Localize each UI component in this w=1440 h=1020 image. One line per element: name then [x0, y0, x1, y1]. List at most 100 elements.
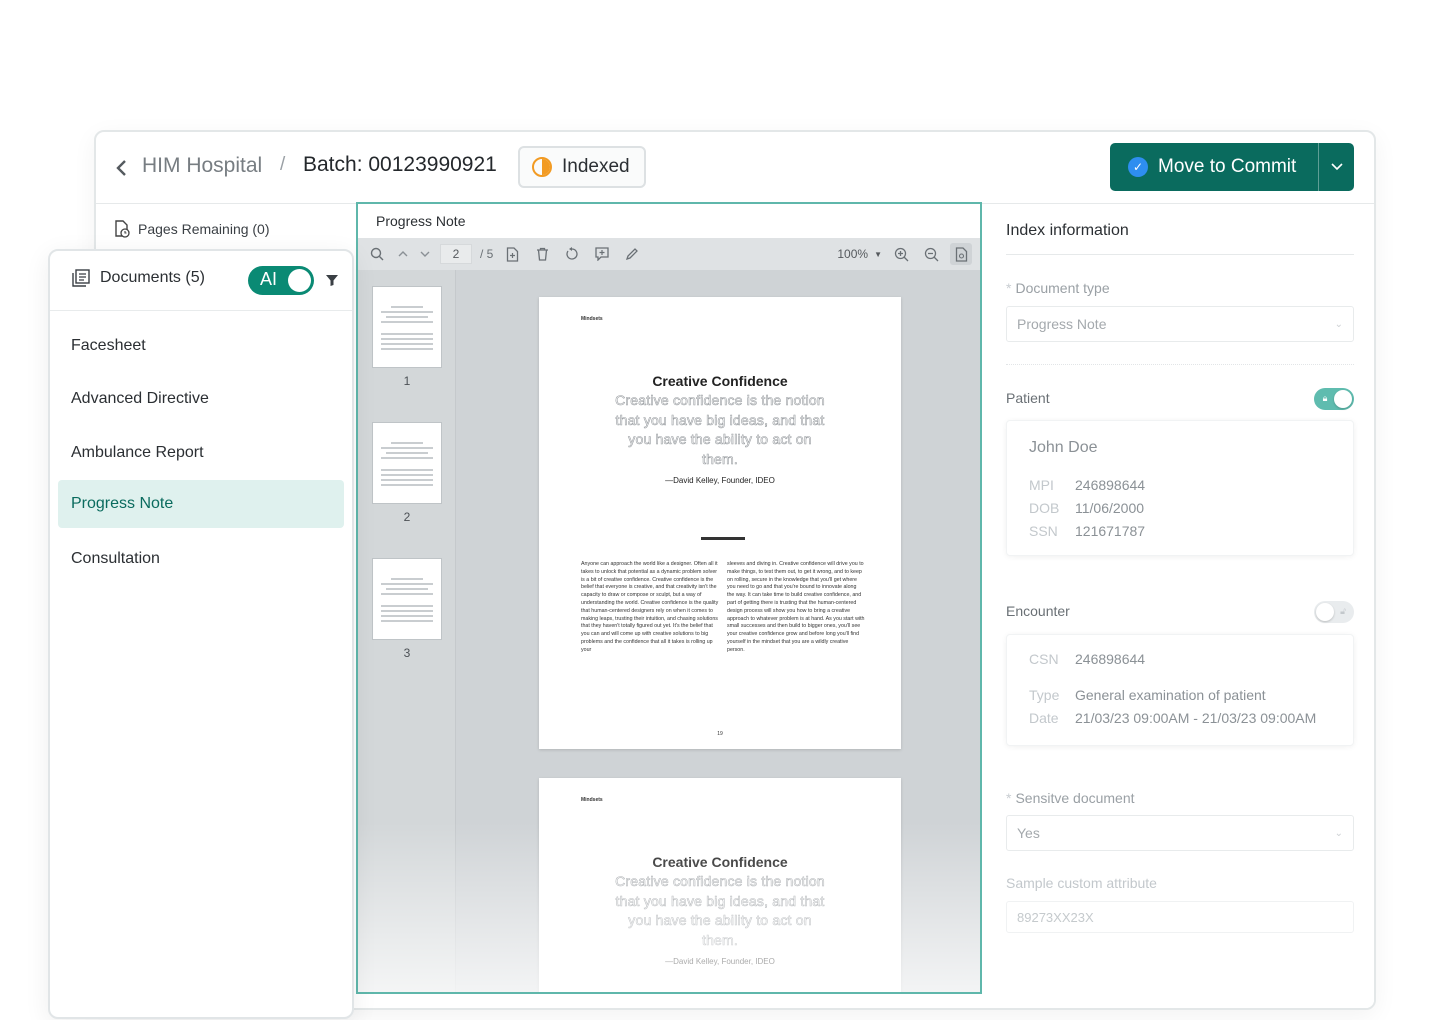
- breadcrumb-home[interactable]: HIM Hospital: [142, 154, 262, 178]
- encounter-label: Encounter: [1006, 603, 1070, 619]
- document-viewer: Progress Note 2 / 5 100% ▼ 1 2 3 Mindset…: [356, 202, 982, 994]
- zoom-value: 100%: [837, 247, 869, 261]
- encounter-field: Type General examination of patient: [1029, 687, 1266, 703]
- thumbnail-number: 2: [403, 510, 411, 524]
- page-thumbnail[interactable]: [372, 422, 442, 504]
- top-bar: HIM Hospital / Batch: 00123990921 Indexe…: [96, 132, 1374, 204]
- divider: [701, 537, 745, 540]
- document-item-ambulance-report[interactable]: Ambulance Report: [58, 429, 344, 477]
- page-down-icon[interactable]: [418, 243, 432, 265]
- document-type-select[interactable]: Progress Note ⌄: [1006, 306, 1354, 342]
- toggle-knob: [1316, 603, 1334, 621]
- patient-field: DOB 11/06/2000: [1029, 500, 1145, 516]
- commit-label: Move to Commit: [1158, 156, 1297, 177]
- index-information-panel: Index information * Document type Progres…: [984, 204, 1374, 1008]
- document-settings-icon[interactable]: [950, 243, 972, 265]
- status-badge: Indexed: [518, 146, 646, 188]
- encounter-field: CSN 246898644: [1029, 651, 1146, 667]
- document-type-label: * Document type: [1006, 280, 1110, 296]
- chevron-down-icon: ⌄: [1334, 827, 1343, 839]
- chevron-down-icon: ⌄: [1334, 318, 1343, 330]
- check-circle-icon: ✓: [1128, 157, 1148, 177]
- viewer-toolbar: 2 / 5 100% ▼: [358, 238, 980, 270]
- documents-title-label: Documents (5): [100, 269, 205, 286]
- search-icon[interactable]: [366, 243, 388, 265]
- document-page: Mindsets Creative Confidence Creative co…: [539, 778, 901, 992]
- patient-label: Patient: [1006, 390, 1050, 406]
- page-column-right: sleeves and diving in. Creative confiden…: [727, 561, 865, 653]
- pages-remaining-label: Pages Remaining (0): [138, 221, 270, 237]
- commit-options-button[interactable]: [1319, 143, 1354, 191]
- documents-panel: Documents (5) AI Facesheet Advanced Dire…: [48, 249, 354, 1019]
- documents-title: Documents (5): [72, 269, 205, 287]
- document-page: Mindsets Creative Confidence Creative co…: [539, 297, 901, 749]
- divider: [1006, 254, 1354, 255]
- move-to-commit-button-group: ✓ Move to Commit: [1110, 143, 1354, 191]
- page-column-left: Anyone can approach the world like a des…: [581, 561, 719, 653]
- patient-name: John Doe: [1029, 439, 1098, 456]
- pages-remaining: Pages Remaining (0): [114, 220, 270, 238]
- status-label: Indexed: [562, 156, 630, 177]
- page-quote: Creative confidence is the notion that y…: [615, 873, 825, 948]
- chevron-down-icon: [1330, 163, 1343, 171]
- unlock-icon: 🔓︎: [1340, 606, 1346, 616]
- half-circle-icon: [532, 157, 552, 177]
- page-thumbnail[interactable]: [372, 286, 442, 368]
- page-number-input[interactable]: 2: [440, 244, 472, 264]
- sensitive-document-value: Yes: [1017, 825, 1040, 841]
- custom-attribute-label: Sample custom attribute: [1006, 875, 1157, 891]
- page-number: 19: [717, 731, 723, 737]
- page-title: Creative Confidence: [652, 854, 788, 870]
- batch-title: Batch: 00123990921: [303, 153, 497, 176]
- rotate-icon[interactable]: [561, 243, 583, 265]
- patient-card: John Doe MPI 246898644 DOB 11/06/2000 SSN 1…: [1006, 420, 1354, 556]
- ai-toggle[interactable]: AI: [248, 266, 314, 295]
- document-item-progress-note[interactable]: Progress Note: [58, 480, 344, 528]
- documents-stack-icon: [72, 269, 90, 287]
- sensitive-document-select[interactable]: Yes ⌄: [1006, 815, 1354, 851]
- toggle-knob: [1334, 390, 1352, 408]
- encounter-card: CSN 246898644 Type General examination of …: [1006, 634, 1354, 746]
- documents-header: Documents (5) AI: [50, 251, 352, 311]
- encounter-field: Date 21/03/23 09:00AM - 21/03/23 09:00AM: [1029, 710, 1317, 726]
- patient-field: MPI 246898644: [1029, 477, 1146, 493]
- caret-down-icon: ▼: [874, 249, 882, 259]
- pen-icon[interactable]: [621, 243, 643, 265]
- divider: [1006, 364, 1354, 365]
- chevron-left-icon[interactable]: [114, 158, 130, 178]
- document-item-advanced-directive[interactable]: Advanced Directive: [58, 375, 344, 423]
- breadcrumb-separator: /: [280, 154, 286, 175]
- document-item-consultation[interactable]: Consultation: [58, 535, 344, 583]
- thumbnail-strip: 1 2 3: [358, 270, 456, 992]
- toggle-knob: [288, 269, 311, 292]
- page-thumbnail[interactable]: [372, 558, 442, 640]
- panel-title: Index information: [1006, 222, 1129, 239]
- page-quote: Creative confidence is the notion that y…: [615, 392, 825, 467]
- filter-icon[interactable]: [325, 273, 339, 287]
- document-item-facesheet[interactable]: Facesheet: [58, 322, 344, 370]
- patient-lock-toggle[interactable]: 🔒︎: [1314, 388, 1354, 410]
- move-to-commit-button[interactable]: ✓ Move to Commit: [1110, 143, 1318, 191]
- add-page-icon[interactable]: [501, 243, 523, 265]
- trash-icon[interactable]: [531, 243, 553, 265]
- total-pages: / 5: [480, 247, 494, 261]
- custom-attribute-input[interactable]: 89273XX23X: [1006, 901, 1354, 933]
- page-attribution: —David Kelley, Founder, IDEO: [665, 476, 775, 485]
- comment-add-icon[interactable]: [591, 243, 613, 265]
- viewer-title: Progress Note: [358, 204, 980, 238]
- zoom-in-icon[interactable]: [890, 243, 912, 265]
- encounter-lock-toggle[interactable]: 🔓︎: [1314, 601, 1354, 623]
- document-clock-icon: [115, 220, 130, 238]
- page-header: Mindsets: [581, 316, 603, 322]
- lock-icon: 🔒︎: [1322, 393, 1328, 403]
- thumbnail-number: 3: [403, 646, 411, 660]
- page-up-icon[interactable]: [396, 243, 410, 265]
- page-header: Mindsets: [581, 797, 603, 803]
- zoom-out-icon[interactable]: [920, 243, 942, 265]
- zoom-select[interactable]: 100% ▼: [837, 247, 882, 261]
- thumbnail-number: 1: [403, 374, 411, 388]
- sensitive-document-label: * Sensitve document: [1006, 790, 1135, 806]
- document-type-value: Progress Note: [1017, 316, 1107, 332]
- page-attribution: —David Kelley, Founder, IDEO: [665, 957, 775, 966]
- patient-field: SSN 121671787: [1029, 523, 1146, 539]
